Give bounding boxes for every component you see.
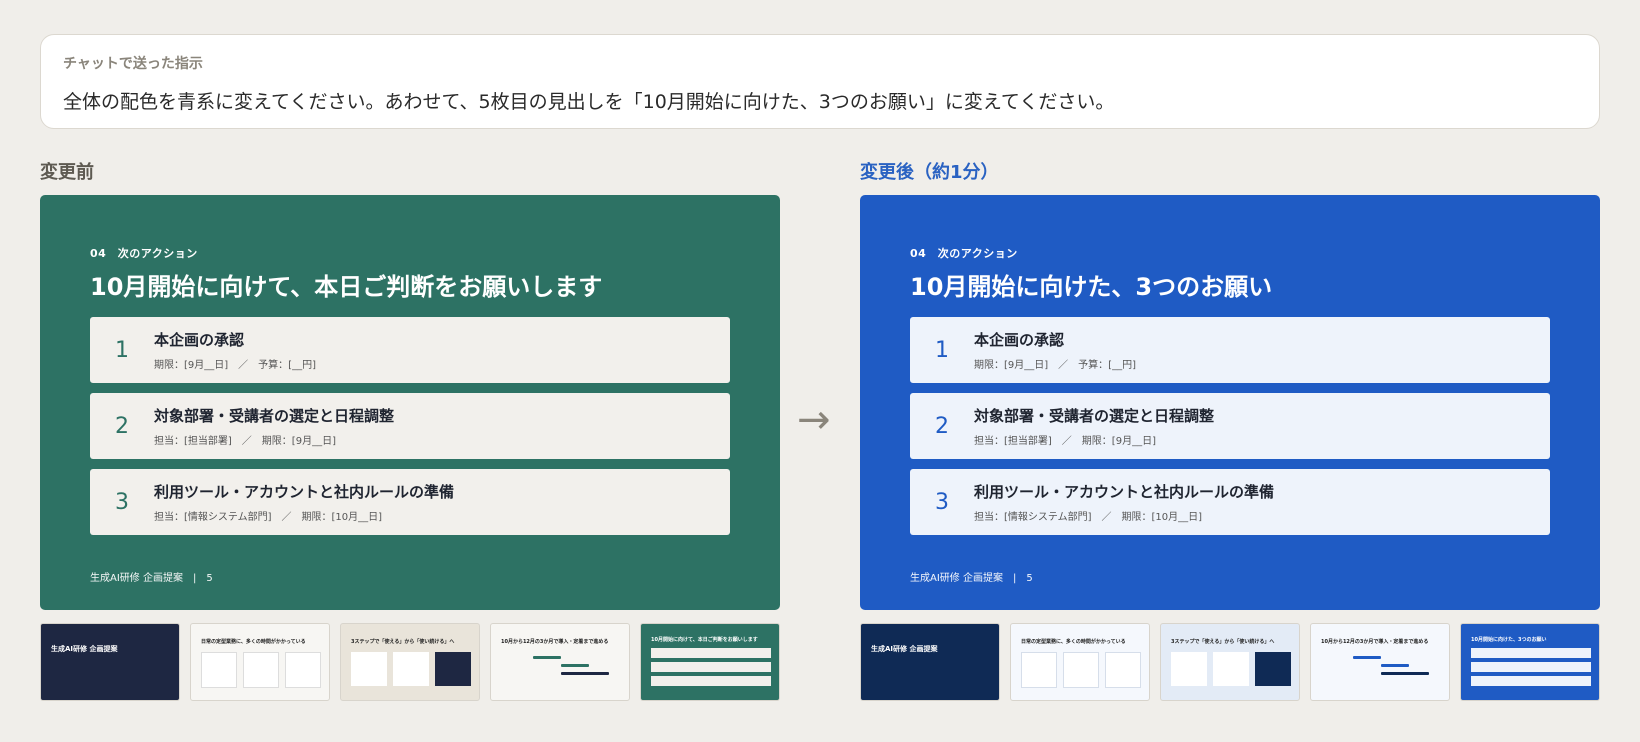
- slide-after: 04 次のアクション 10月開始に向けた、3つのお願い 1 本企画の承認 期限：…: [860, 195, 1600, 610]
- arrow-right-icon: →: [797, 397, 831, 443]
- item-number: 1: [115, 337, 129, 363]
- thumbnail-strip-before: 生成AI研修 企画提案 日常の定型業務に、多くの時間がかかっている 3ステップで…: [40, 623, 780, 701]
- slide-kicker: 04 次のアクション: [910, 247, 1018, 260]
- slide-headline: 10月開始に向けて、本日ご判断をお願いします: [90, 273, 603, 301]
- slide-footer: 生成AI研修 企画提案 | 5: [90, 573, 213, 584]
- item-meta: 担当：[情報システム部門] ／ 期限：[10月__日]: [154, 512, 383, 523]
- item-number: 1: [935, 337, 949, 363]
- action-item: 1 本企画の承認 期限：[9月__日] ／ 予算：[__円]: [910, 317, 1550, 383]
- slide-thumbnail[interactable]: 日常の定型業務に、多くの時間がかかっている: [190, 623, 330, 701]
- after-title: 変更後（約1分）: [860, 162, 999, 183]
- slide-thumbnail[interactable]: 3ステップで「使える」から「使い続ける」へ: [340, 623, 480, 701]
- instruction-text: 全体の配色を青系に変えてください。あわせて、5枚目の見出しを「10月開始に向けた…: [63, 91, 1115, 113]
- slide-thumbnail[interactable]: 日常の定型業務に、多くの時間がかかっている: [1010, 623, 1150, 701]
- slide-kicker: 04 次のアクション: [90, 247, 198, 260]
- item-title: 対象部署・受講者の選定と日程調整: [154, 407, 395, 425]
- slide-thumbnail[interactable]: 3ステップで「使える」から「使い続ける」へ: [1160, 623, 1300, 701]
- item-number: 3: [935, 489, 949, 515]
- item-title: 利用ツール・アカウントと社内ルールの準備: [974, 483, 1275, 501]
- item-meta: 期限：[9月__日] ／ 予算：[__円]: [154, 360, 316, 371]
- slide-thumbnail[interactable]: 10月から12月の3か月で導入・定着まで進める: [1310, 623, 1450, 701]
- slide-thumbnail[interactable]: 10月開始に向けて、本日ご判断をお願いします: [640, 623, 780, 701]
- footer-text: 生成AI研修 企画提案: [90, 573, 183, 584]
- action-item: 3 利用ツール・アカウントと社内ルールの準備 担当：[情報システム部門] ／ 期…: [910, 469, 1550, 535]
- action-item: 3 利用ツール・アカウントと社内ルールの準備 担当：[情報システム部門] ／ 期…: [90, 469, 730, 535]
- item-title: 対象部署・受講者の選定と日程調整: [974, 407, 1215, 425]
- instruction-card: チャットで送った指示 全体の配色を青系に変えてください。あわせて、5枚目の見出し…: [40, 34, 1600, 129]
- footer-text: 生成AI研修 企画提案: [910, 573, 1003, 584]
- item-number: 2: [115, 413, 129, 439]
- item-meta: 担当：[担当部署] ／ 期限：[9月__日]: [154, 436, 336, 447]
- page-number: 5: [206, 573, 213, 584]
- instruction-label: チャットで送った指示: [63, 56, 203, 72]
- item-number: 3: [115, 489, 129, 515]
- thumbnail-strip-after: 生成AI研修 企画提案 日常の定型業務に、多くの時間がかかっている 3ステップで…: [860, 623, 1600, 701]
- item-title: 利用ツール・アカウントと社内ルールの準備: [154, 483, 455, 501]
- action-item: 2 対象部署・受講者の選定と日程調整 担当：[担当部署] ／ 期限：[9月__日…: [910, 393, 1550, 459]
- slide-footer: 生成AI研修 企画提案 | 5: [910, 573, 1033, 584]
- slide-before: 04 次のアクション 10月開始に向けて、本日ご判断をお願いします 1 本企画の…: [40, 195, 780, 610]
- page-number: 5: [1026, 573, 1033, 584]
- slide-thumbnail[interactable]: 生成AI研修 企画提案: [40, 623, 180, 701]
- item-meta: 期限：[9月__日] ／ 予算：[__円]: [974, 360, 1136, 371]
- action-item: 1 本企画の承認 期限：[9月__日] ／ 予算：[__円]: [90, 317, 730, 383]
- action-item: 2 対象部署・受講者の選定と日程調整 担当：[担当部署] ／ 期限：[9月__日…: [90, 393, 730, 459]
- item-meta: 担当：[担当部署] ／ 期限：[9月__日]: [974, 436, 1156, 447]
- slide-thumbnail[interactable]: 10月から12月の3か月で導入・定着まで進める: [490, 623, 630, 701]
- slide-thumbnail[interactable]: 生成AI研修 企画提案: [860, 623, 1000, 701]
- slide-headline: 10月開始に向けた、3つのお願い: [910, 273, 1273, 301]
- item-number: 2: [935, 413, 949, 439]
- item-title: 本企画の承認: [974, 331, 1065, 349]
- before-title: 変更前: [40, 162, 94, 183]
- item-title: 本企画の承認: [154, 331, 245, 349]
- item-meta: 担当：[情報システム部門] ／ 期限：[10月__日]: [974, 512, 1203, 523]
- slide-thumbnail[interactable]: 10月開始に向けた、3つのお願い: [1460, 623, 1600, 701]
